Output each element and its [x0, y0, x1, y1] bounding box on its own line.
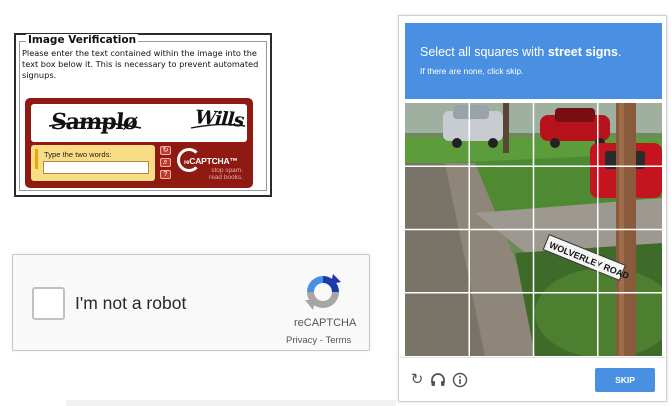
recaptcha-checkbox-widget: I'm not a robot reCAPTCHA Privacy - Term…	[12, 254, 370, 351]
page-bottom-strip	[66, 400, 396, 406]
grid-tile[interactable]	[534, 166, 598, 229]
challenge-title: Select all squares with street signs.	[420, 45, 622, 59]
recaptcha-logo-main: CAPTCHA™	[189, 156, 238, 166]
headphones-icon[interactable]	[430, 372, 446, 388]
not-a-robot-checkbox[interactable]	[32, 287, 65, 320]
grid-tile[interactable]	[469, 230, 533, 293]
captcha-input-area: Type the two words:	[31, 145, 155, 181]
skip-button[interactable]: SKIP	[595, 368, 655, 392]
image-verification-fieldset: Image Verification Please enter the text…	[19, 34, 267, 191]
recaptcha-slogan: stop spam. read books.	[209, 167, 243, 181]
captcha-image: Samplø Wills	[31, 104, 247, 142]
grid-tile[interactable]	[534, 103, 598, 166]
grid-tile[interactable]	[469, 166, 533, 229]
grid-tile[interactable]	[405, 103, 469, 166]
recaptcha-logo-icon	[305, 274, 341, 310]
grid-tile[interactable]	[598, 103, 662, 166]
captcha-input-label: Type the two words:	[44, 150, 112, 159]
grid-tile[interactable]	[405, 166, 469, 229]
grid-tile[interactable]	[598, 293, 662, 356]
grid-tile[interactable]	[469, 103, 533, 166]
recaptcha-logo-text: reCAPTCHA™	[184, 156, 238, 166]
challenge-title-suffix: .	[618, 45, 622, 59]
grid-tile[interactable]	[534, 230, 598, 293]
image-challenge-dialog: Select all squares with street signs. If…	[398, 15, 668, 402]
grid-tile[interactable]	[534, 293, 598, 356]
audio-icon[interactable]: ♬	[160, 158, 171, 167]
reload-icon[interactable]: ↻	[409, 372, 425, 388]
info-icon[interactable]	[452, 372, 468, 388]
image-verification-legend: Image Verification	[26, 34, 139, 46]
refresh-icon[interactable]: ↻	[160, 146, 171, 155]
grid-tile[interactable]	[598, 166, 662, 229]
challenge-header: Select all squares with street signs. If…	[405, 23, 662, 99]
challenge-title-emphasis: street signs	[547, 45, 619, 59]
privacy-link[interactable]: Privacy	[286, 335, 317, 346]
recaptcha-links: Privacy - Terms	[286, 335, 351, 346]
recaptcha-brand: reCAPTCHA	[294, 317, 357, 329]
challenge-footer: ↻ SKIP	[399, 357, 668, 402]
grid-tile[interactable]	[469, 293, 533, 356]
terms-link[interactable]: Terms	[325, 335, 351, 346]
help-icon[interactable]: ?	[160, 170, 171, 179]
captcha-text-input[interactable]	[43, 161, 149, 174]
grid-tile[interactable]	[598, 230, 662, 293]
grid-tile[interactable]	[405, 293, 469, 356]
image-verification-instructions: Please enter the text contained within t…	[22, 48, 259, 81]
image-verification-panel: Image Verification Please enter the text…	[14, 33, 272, 197]
captcha-word-2: Wills	[194, 106, 245, 132]
challenge-image-grid: WOLVERLEY ROAD	[405, 103, 662, 356]
challenge-subtitle: If there are none, click skip.	[420, 66, 524, 76]
old-recaptcha-widget: Samplø Wills Type the two words: ↻ ♬ ? r…	[25, 98, 253, 188]
not-a-robot-label: I'm not a robot	[75, 293, 187, 313]
grid-tile[interactable]	[405, 230, 469, 293]
challenge-title-prefix: Select all squares with	[420, 45, 548, 59]
captcha-word-1: Samplø	[49, 109, 139, 135]
